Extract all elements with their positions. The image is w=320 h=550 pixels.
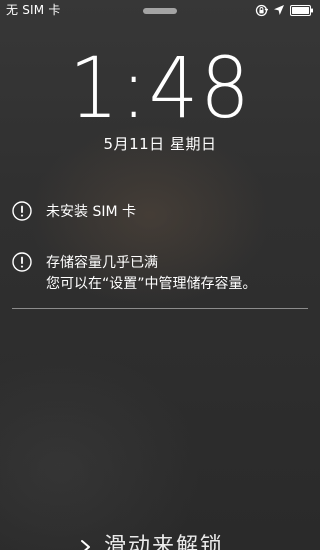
notification-body: 您可以在“设置”中管理储存容量。 <box>46 276 257 292</box>
location-arrow-icon <box>274 5 284 15</box>
orientation-lock-icon <box>255 4 268 17</box>
lock-screen-date: 5月11日 星期日 <box>103 135 217 153</box>
notification-title: 未安装 SIM 卡 <box>46 204 136 220</box>
lock-screen: 无 SIM 卡 1:48 5月11日 星期日 未安装 SIM 卡 存储容量几乎已… <box>0 0 320 550</box>
notification-center-grabber[interactable] <box>143 8 177 14</box>
status-bar: 无 SIM 卡 <box>0 0 320 20</box>
clock-time: 1:48 <box>68 39 252 137</box>
lock-screen-clock: 1:48 <box>0 40 320 136</box>
chevron-right-icon <box>80 539 92 550</box>
notification-title: 存储容量几乎已满 <box>46 255 158 271</box>
status-icons <box>255 3 314 17</box>
notification-divider <box>12 308 308 309</box>
slide-to-unlock[interactable]: 滑动来解锁 <box>0 533 320 550</box>
slide-to-unlock-label: 滑动来解锁 <box>104 534 225 550</box>
battery-icon <box>290 4 314 16</box>
alert-icon <box>12 201 32 221</box>
alert-icon <box>12 252 32 272</box>
carrier-label: 无 SIM 卡 <box>6 3 61 17</box>
